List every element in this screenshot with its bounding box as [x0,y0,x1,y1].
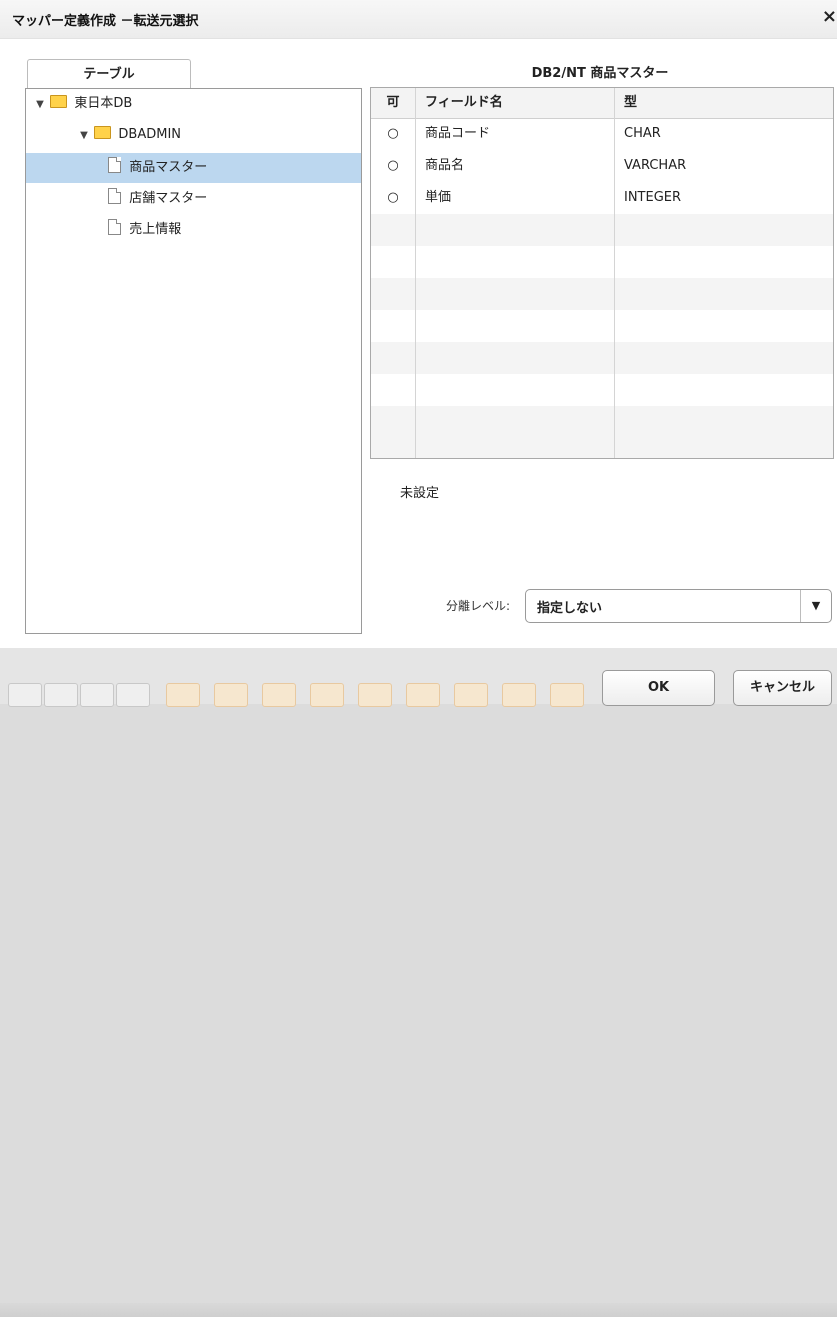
type-cell: INTEGER [624,190,682,205]
column-divider [614,88,615,458]
column-header-type[interactable]: 型 [624,88,824,118]
empty-row [371,342,833,374]
close-icon[interactable]: × [813,6,837,30]
background-button [166,683,200,707]
field-name-cell: 商品コード [425,126,491,141]
isolation-level-label: 分離レベル: [446,599,511,613]
table-document-icon [108,219,122,235]
table-row[interactable]: ○ 単価 INTEGER [371,183,833,215]
field-grid: 可 フィールド名 型 ○ 商品コード CHAR ○ 商品名 VARCHAR ○ … [370,87,834,459]
folder-icon [94,126,112,139]
isolation-level-value: 指定しない [537,601,603,616]
empty-row [371,406,833,438]
expand-triangle-icon[interactable]: ▼ [80,121,90,151]
grid-header: 可 フィールド名 型 [371,88,833,119]
empty-row [371,214,833,246]
background-button [116,683,150,707]
background-button [358,683,392,707]
tree-item-sales-info[interactable]: 売上情報 [26,215,361,245]
type-cell: VARCHAR [624,158,687,173]
column-divider [415,88,416,458]
field-name-cell: 単価 [425,190,452,205]
field-name-cell: 商品名 [425,158,465,173]
background-button [214,683,248,707]
background-button [262,683,296,707]
enabled-radio[interactable]: ○ [371,119,415,149]
table-row[interactable]: ○ 商品名 VARCHAR [371,151,833,183]
tree-item-label: DBADMIN [118,127,182,142]
background-button [44,683,78,707]
table-row[interactable]: ○ 商品コード CHAR [371,119,833,151]
enabled-radio[interactable]: ○ [371,183,415,213]
tab-table[interactable]: テーブル [27,59,191,89]
table-document-icon [108,188,122,204]
background-button [502,683,536,707]
tree-item-east-japan-db[interactable]: ▼ 東日本DB [26,89,361,119]
tree-item-label: 東日本DB [74,96,133,111]
ok-button[interactable]: OK [602,670,715,706]
expand-triangle-icon[interactable]: ▼ [36,90,46,120]
mapper-source-dialog: マッパー定義作成 －転送元選択 × テーブル ▼ 東日本DB ▼ DBADMIN… [0,0,837,648]
empty-row [371,278,833,310]
tree-item-label: 商品マスター [129,160,208,175]
chevron-down-icon[interactable]: ▼ [800,590,831,622]
enabled-radio[interactable]: ○ [371,151,415,181]
grid-title: DB2/NT 商品マスター [531,66,669,81]
empty-row [371,438,833,458]
background-button [80,683,114,707]
background-button [550,683,584,707]
background-button [406,683,440,707]
table-tree: ▼ 東日本DB ▼ DBADMIN 商品マスター 店舗マスター 売上情報 [25,88,362,634]
background-toolbar [0,1303,837,1317]
table-document-icon [108,157,122,173]
cancel-button[interactable]: キャンセル [733,670,832,706]
background-button [454,683,488,707]
tree-item-store-master[interactable]: 店舗マスター [26,184,361,214]
dialog-titlebar: マッパー定義作成 －転送元選択 × [0,0,837,39]
isolation-level-select[interactable]: 指定しない ▼ [525,589,832,623]
column-header-enabled[interactable]: 可 [371,88,415,118]
column-header-field-name[interactable]: フィールド名 [425,88,605,118]
type-cell: CHAR [624,126,661,141]
background-button [310,683,344,707]
dialog-title: マッパー定義作成 －転送元選択 [12,14,199,29]
status-text: 未設定 [400,486,440,501]
folder-icon [50,95,68,108]
tree-item-product-master[interactable]: 商品マスター [26,153,361,183]
tree-item-label: 売上情報 [129,222,182,237]
tree-item-dbadmin[interactable]: ▼ DBADMIN [26,120,361,150]
tree-item-label: 店舗マスター [129,191,208,206]
background-button [8,683,42,707]
